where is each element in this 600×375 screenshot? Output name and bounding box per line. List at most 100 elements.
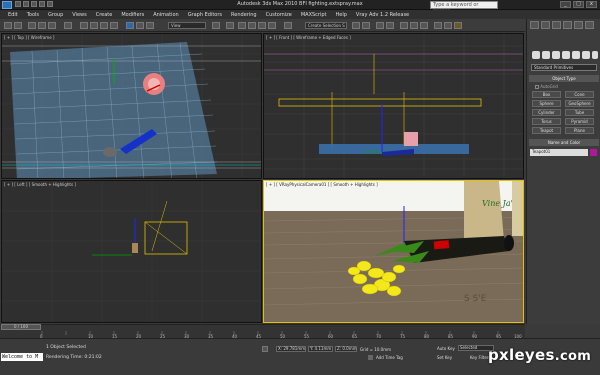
- utilities-tab-icon[interactable]: [585, 21, 594, 29]
- edit-named-selection-icon[interactable]: [284, 22, 292, 29]
- new-file-icon[interactable]: [15, 1, 21, 7]
- maxscript-listener[interactable]: Welcome to M: [1, 353, 43, 361]
- lock-selection-icon[interactable]: [262, 346, 268, 352]
- undo-icon[interactable]: [4, 22, 12, 29]
- select-scale-icon[interactable]: [146, 22, 154, 29]
- minimize-button[interactable]: _: [560, 1, 571, 8]
- cameras-icon[interactable]: [562, 51, 570, 59]
- select-filter-icon[interactable]: [64, 22, 72, 29]
- curve-editor-icon[interactable]: [400, 22, 408, 29]
- x-coordinate-field[interactable]: X: 29.781mm: [276, 346, 306, 352]
- menu-help[interactable]: Help: [336, 12, 347, 18]
- bind-space-warp-icon[interactable]: [48, 22, 56, 29]
- viewport-camera-label[interactable]: [ + ] [ VRayPhysicalCamera01 ] [ Smooth …: [266, 182, 378, 187]
- viewport-camera[interactable]: Vine Ja' S S'E [ + ] [ VRayPhysicalCamer…: [263, 180, 524, 323]
- viewport-top-label[interactable]: [ + ] [ Top ] [ Wireframe ]: [4, 35, 55, 40]
- undo-icon[interactable]: [39, 1, 45, 7]
- maximize-button[interactable]: □: [573, 1, 584, 8]
- viewport-top[interactable]: [ + ] [ Top ] [ Wireframe ]: [1, 33, 262, 179]
- helpers-icon[interactable]: [572, 51, 580, 59]
- motion-tab-icon[interactable]: [563, 21, 572, 29]
- pivot-center-icon[interactable]: [212, 22, 220, 29]
- reference-coordinate-dropdown[interactable]: View: [168, 22, 206, 29]
- viewport-left[interactable]: [ + ] [ Left ] [ Smooth + Highlights ]: [1, 180, 262, 323]
- spinner-snap-icon[interactable]: [268, 22, 276, 29]
- lights-icon[interactable]: [552, 51, 560, 59]
- autogrid-check-icon[interactable]: [535, 85, 539, 89]
- tube-button[interactable]: Tube: [565, 109, 594, 116]
- menu-vray[interactable]: Vray Adv 1.2 Release: [356, 12, 409, 18]
- select-object-icon[interactable]: [80, 22, 88, 29]
- display-tab-icon[interactable]: [574, 21, 583, 29]
- material-editor-icon[interactable]: [420, 22, 428, 29]
- rendered-frame-window-icon[interactable]: [444, 22, 452, 29]
- menu-animation[interactable]: Animation: [153, 12, 179, 18]
- set-key-button[interactable]: Set Key: [437, 355, 452, 360]
- open-file-icon[interactable]: [23, 1, 29, 7]
- render-setup-icon[interactable]: [434, 22, 442, 29]
- name-and-color-rollout[interactable]: Name and Color: [529, 139, 599, 146]
- menu-tools[interactable]: Tools: [27, 12, 39, 18]
- window-crossing-icon[interactable]: [110, 22, 118, 29]
- auto-key-button[interactable]: Auto Key: [437, 346, 455, 351]
- menu-rendering[interactable]: Rendering: [231, 12, 257, 18]
- systems-icon[interactable]: [592, 51, 598, 59]
- space-warps-icon[interactable]: [582, 51, 590, 59]
- schematic-view-icon[interactable]: [410, 22, 418, 29]
- sphere-button[interactable]: Sphere: [532, 100, 561, 107]
- graphite-tools-icon[interactable]: [386, 22, 394, 29]
- shapes-icon[interactable]: [542, 51, 550, 59]
- search-input[interactable]: Type a keyword or phrase: [430, 1, 498, 14]
- menu-graph-editors[interactable]: Graph Editors: [188, 12, 222, 18]
- redo-icon[interactable]: [47, 1, 53, 7]
- primitive-type-dropdown[interactable]: Standard Primitives: [531, 64, 597, 71]
- layer-manager-icon[interactable]: [376, 22, 384, 29]
- angle-snap-icon[interactable]: [248, 22, 256, 29]
- menu-edit[interactable]: Edit: [8, 12, 18, 18]
- cylinder-button[interactable]: Cylinder: [532, 109, 561, 116]
- percent-snap-icon[interactable]: [258, 22, 266, 29]
- plane-button[interactable]: Plane: [565, 127, 594, 134]
- y-coordinate-field[interactable]: Y: 4.11mm: [308, 346, 333, 352]
- geometry-icon[interactable]: [532, 51, 540, 59]
- select-move-icon[interactable]: [126, 22, 134, 29]
- menu-modifiers[interactable]: Modifiers: [121, 12, 144, 18]
- select-manipulate-icon[interactable]: [226, 22, 234, 29]
- z-coordinate-field[interactable]: Z: 0.0mm: [335, 346, 357, 352]
- time-tag-icon[interactable]: [368, 355, 373, 360]
- link-icon[interactable]: [28, 22, 36, 29]
- autogrid-checkbox[interactable]: AutoGrid: [535, 84, 558, 89]
- object-type-rollout[interactable]: Object Type: [529, 75, 599, 82]
- hierarchy-tab-icon[interactable]: [552, 21, 561, 29]
- menu-group[interactable]: Group: [48, 12, 63, 18]
- menu-create[interactable]: Create: [96, 12, 113, 18]
- viewport-front[interactable]: [ + ] [ Front ] [ Wireframe + Edged Face…: [263, 33, 524, 179]
- geosphere-button[interactable]: GeoSphere: [565, 100, 594, 107]
- object-color-swatch[interactable]: [590, 149, 597, 156]
- pyramid-button[interactable]: Pyramid: [565, 118, 594, 125]
- viewport-front-label[interactable]: [ + ] [ Front ] [ Wireframe + Edged Face…: [266, 35, 351, 40]
- application-menu-button[interactable]: [2, 1, 12, 9]
- create-tab-icon[interactable]: [530, 21, 539, 29]
- menu-maxscript[interactable]: MAXScript: [301, 12, 327, 18]
- teapot-button[interactable]: Teapot: [532, 127, 561, 134]
- mirror-icon[interactable]: [352, 22, 360, 29]
- select-by-name-icon[interactable]: [90, 22, 98, 29]
- timeline[interactable]: 0 10 15 20 25 30 35 40 45 50 55 60 65 70…: [0, 324, 525, 339]
- object-name-field[interactable]: Teapot01: [530, 149, 588, 156]
- time-slider[interactable]: 0 / 100: [1, 324, 41, 330]
- align-icon[interactable]: [362, 22, 370, 29]
- cone-button[interactable]: Cone: [565, 91, 594, 98]
- select-rotate-icon[interactable]: [136, 22, 144, 29]
- named-selection-set-dropdown[interactable]: Create Selection S: [305, 22, 347, 29]
- viewport-left-label[interactable]: [ + ] [ Left ] [ Smooth + Highlights ]: [4, 182, 76, 187]
- unlink-icon[interactable]: [38, 22, 46, 29]
- close-button[interactable]: x: [586, 1, 597, 8]
- torus-button[interactable]: Torus: [532, 118, 561, 125]
- redo-icon[interactable]: [14, 22, 22, 29]
- selection-region-icon[interactable]: [100, 22, 108, 29]
- add-time-tag[interactable]: Add Time Tag: [376, 355, 403, 360]
- render-production-icon[interactable]: [454, 22, 462, 29]
- box-button[interactable]: Box: [532, 91, 561, 98]
- menu-customize[interactable]: Customize: [266, 12, 292, 18]
